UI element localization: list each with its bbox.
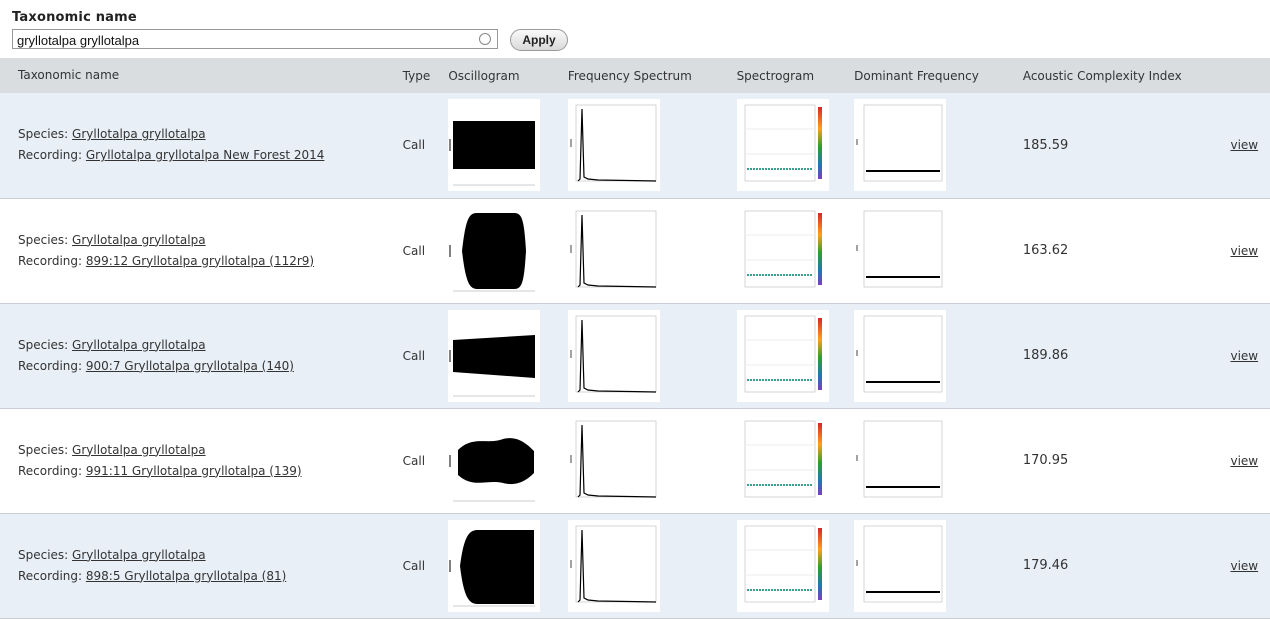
header-acoustic-complexity-index: Acoustic Complexity Index xyxy=(1022,68,1182,83)
view-link[interactable]: view xyxy=(1230,349,1258,363)
table-row: Species: Gryllotalpa gryllotalpa Recordin… xyxy=(0,198,1270,303)
spectrogram-thumbnail[interactable] xyxy=(736,303,855,408)
table-row: Species: Gryllotalpa gryllotalpa Recordin… xyxy=(0,303,1270,408)
view-link[interactable]: view xyxy=(1230,138,1258,152)
frequency-spectrum-thumbnail[interactable] xyxy=(567,303,737,408)
taxonomic-name-input[interactable] xyxy=(13,31,457,50)
header-frequency-spectrum: Frequency Spectrum xyxy=(567,68,692,83)
recording-line: Recording: Gryllotalpa gryllotalpa New F… xyxy=(18,145,403,166)
species-link[interactable]: Gryllotalpa gryllotalpa xyxy=(72,338,206,352)
species-link[interactable]: Gryllotalpa gryllotalpa xyxy=(72,443,206,457)
view-link[interactable]: view xyxy=(1230,559,1258,573)
spectrogram-thumbnail[interactable] xyxy=(736,408,855,513)
species-link[interactable]: Gryllotalpa gryllotalpa xyxy=(72,127,206,141)
header-oscillogram: Oscillogram xyxy=(448,68,520,83)
species-link[interactable]: Gryllotalpa gryllotalpa xyxy=(72,233,206,247)
species-prefix: Species: xyxy=(18,127,73,142)
aci-value: 163.62 xyxy=(1022,243,1069,258)
recording-link[interactable]: 898:5 Gryllotalpa gryllotalpa (81) xyxy=(86,569,286,583)
recording-prefix: Recording: xyxy=(18,568,86,583)
recording-prefix: Recording: xyxy=(18,463,86,478)
table-row: Species: Gryllotalpa gryllotalpa Recordin… xyxy=(0,93,1270,198)
frequency-spectrum-thumbnail[interactable] xyxy=(567,513,737,618)
spectrogram-thumbnail[interactable] xyxy=(736,198,855,303)
aci-value: 179.46 xyxy=(1022,558,1069,573)
frequency-spectrum-thumbnail[interactable] xyxy=(567,93,737,198)
taxonomic-name-cell: Species: Gryllotalpa gryllotalpa Recordin… xyxy=(0,513,403,618)
recording-prefix: Recording: xyxy=(18,148,86,163)
type-cell: Call xyxy=(402,348,426,363)
table-row: Species: Gryllotalpa gryllotalpa Recordin… xyxy=(0,513,1270,618)
recording-prefix: Recording: xyxy=(18,253,86,268)
dominant-frequency-thumbnail[interactable] xyxy=(854,303,1023,408)
type-cell: Call xyxy=(402,138,426,153)
species-line: Species: Gryllotalpa gryllotalpa xyxy=(18,335,403,356)
view-cell: view xyxy=(1230,93,1270,198)
dominant-frequency-thumbnail[interactable] xyxy=(854,513,1023,618)
recording-link[interactable]: 899:12 Gryllotalpa gryllotalpa (112r9) xyxy=(86,254,314,268)
recording-line: Recording: 899:12 Gryllotalpa gryllotalp… xyxy=(18,251,403,272)
species-link[interactable]: Gryllotalpa gryllotalpa xyxy=(72,548,206,562)
table-header-row: Taxonomic name Type Oscillogram Frequenc… xyxy=(0,58,1270,93)
recording-link[interactable]: 900:7 Gryllotalpa gryllotalpa (140) xyxy=(86,359,294,373)
apply-button[interactable]: Apply xyxy=(510,29,568,51)
recording-prefix: Recording: xyxy=(18,358,86,373)
filter-row: Apply xyxy=(12,27,612,57)
taxonomic-name-cell: Species: Gryllotalpa gryllotalpa Recordin… xyxy=(0,93,403,198)
view-cell: view xyxy=(1230,513,1270,618)
header-dominant-frequency: Dominant Frequency xyxy=(854,68,979,83)
recording-line: Recording: 900:7 Gryllotalpa gryllotalpa… xyxy=(18,356,403,377)
dominant-frequency-thumbnail[interactable] xyxy=(854,408,1023,513)
species-prefix: Species: xyxy=(18,232,73,247)
spectrogram-thumbnail[interactable] xyxy=(736,513,855,618)
header-actions xyxy=(1230,58,1270,93)
filter-label: Taxonomic name xyxy=(12,10,137,25)
recording-link[interactable]: Gryllotalpa gryllotalpa New Forest 2014 xyxy=(86,148,325,162)
clear-icon[interactable] xyxy=(479,33,491,45)
species-line: Species: Gryllotalpa gryllotalpa xyxy=(18,440,403,461)
header-type: Type xyxy=(402,68,431,83)
view-cell: view xyxy=(1230,303,1270,408)
view-link[interactable]: view xyxy=(1230,454,1258,468)
view-cell: view xyxy=(1230,408,1270,513)
filter-panel: Taxonomic name Apply xyxy=(12,10,568,51)
oscillogram-thumbnail[interactable] xyxy=(448,93,568,198)
recording-line: Recording: 991:11 Gryllotalpa gryllotalp… xyxy=(18,461,403,482)
species-line: Species: Gryllotalpa gryllotalpa xyxy=(18,230,403,251)
oscillogram-thumbnail[interactable] xyxy=(448,303,568,408)
dominant-frequency-thumbnail[interactable] xyxy=(854,198,1023,303)
aci-value: 189.86 xyxy=(1022,348,1069,363)
aci-value: 170.95 xyxy=(1022,453,1069,468)
taxonomic-name-cell: Species: Gryllotalpa gryllotalpa Recordin… xyxy=(0,198,403,303)
type-cell: Call xyxy=(402,558,426,573)
recording-link[interactable]: 991:11 Gryllotalpa gryllotalpa (139) xyxy=(86,464,302,478)
species-prefix: Species: xyxy=(18,442,73,457)
header-taxonomic-name: Taxonomic name xyxy=(18,68,120,82)
taxonomic-name-cell: Species: Gryllotalpa gryllotalpa Recordin… xyxy=(0,408,403,513)
view-cell: view xyxy=(1230,198,1270,303)
species-line: Species: Gryllotalpa gryllotalpa xyxy=(18,545,403,566)
taxonomic-name-search xyxy=(12,29,498,50)
aci-value: 185.59 xyxy=(1022,137,1069,153)
results-table: Taxonomic name Type Oscillogram Frequenc… xyxy=(0,58,1270,619)
species-prefix: Species: xyxy=(18,337,73,352)
type-cell: Call xyxy=(402,453,426,468)
taxonomic-name-cell: Species: Gryllotalpa gryllotalpa Recordin… xyxy=(0,303,403,408)
header-spectrogram: Spectrogram xyxy=(736,68,815,83)
table-row: Species: Gryllotalpa gryllotalpa Recordin… xyxy=(0,408,1270,513)
view-link[interactable]: view xyxy=(1230,244,1258,258)
oscillogram-thumbnail[interactable] xyxy=(448,408,568,513)
recording-line: Recording: 898:5 Gryllotalpa gryllotalpa… xyxy=(18,566,403,587)
species-line: Species: Gryllotalpa gryllotalpa xyxy=(18,124,403,145)
dominant-frequency-thumbnail[interactable] xyxy=(854,93,1023,198)
type-cell: Call xyxy=(402,243,426,258)
frequency-spectrum-thumbnail[interactable] xyxy=(567,198,737,303)
oscillogram-thumbnail[interactable] xyxy=(448,513,568,618)
spectrogram-thumbnail[interactable] xyxy=(736,93,855,198)
frequency-spectrum-thumbnail[interactable] xyxy=(567,408,737,513)
oscillogram-thumbnail[interactable] xyxy=(448,198,568,303)
species-prefix: Species: xyxy=(18,547,73,562)
